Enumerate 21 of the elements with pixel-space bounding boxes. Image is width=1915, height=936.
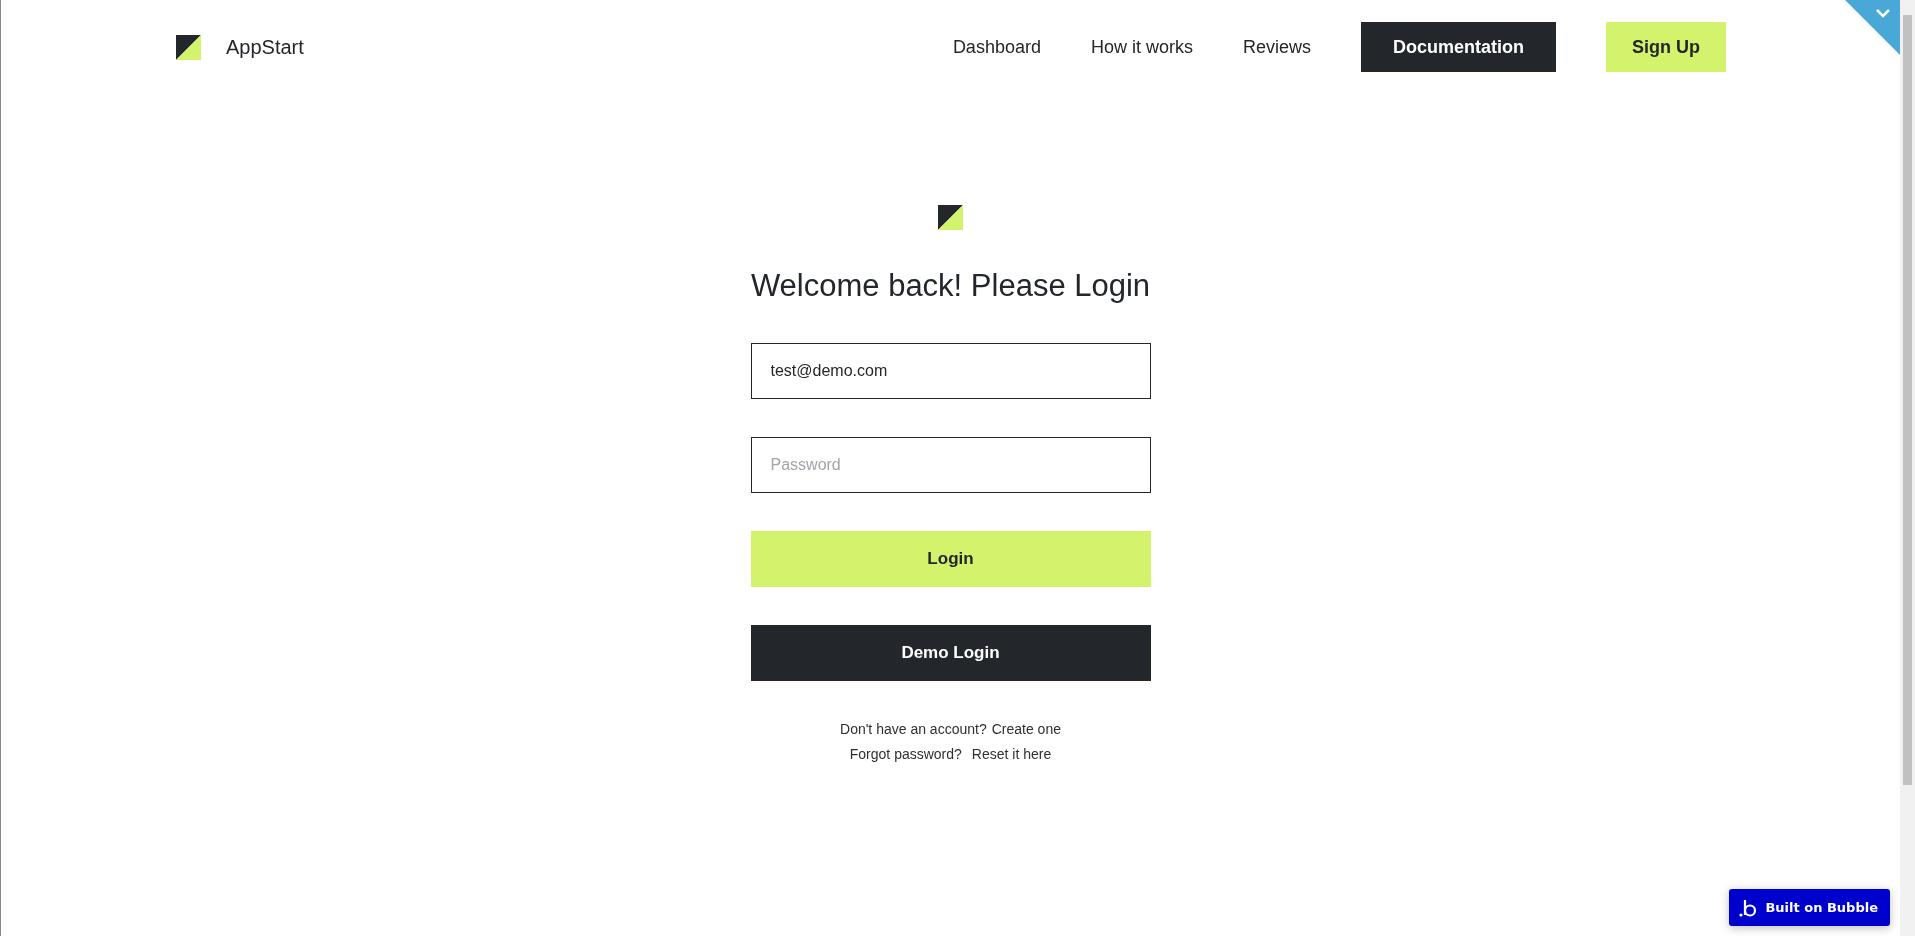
demo-login-button[interactable]: Demo Login xyxy=(750,625,1151,681)
nav-button[interactable]: Documentation xyxy=(1361,22,1556,72)
scrollbar[interactable] xyxy=(1900,0,1915,936)
forgot-password-text: Forgot password? xyxy=(849,745,962,764)
signup-prompt: Don't have an account? xyxy=(840,720,987,739)
reset-password-link[interactable]: Reset it here xyxy=(971,742,1052,767)
corner-chevron-icon[interactable] xyxy=(1845,0,1900,55)
nav-button[interactable]: Sign Up xyxy=(1606,22,1726,72)
bubble-logo-icon xyxy=(1739,897,1758,918)
login-button[interactable]: Login xyxy=(750,531,1151,587)
logo-icon xyxy=(176,34,201,60)
login-title: Welcome back! Please Login xyxy=(750,268,1151,304)
password-field[interactable]: Password xyxy=(750,437,1151,493)
brand-name: AppStart xyxy=(226,35,304,59)
create-account-link[interactable]: Create one xyxy=(991,717,1061,742)
logo-icon xyxy=(938,205,963,230)
nav-link[interactable]: Dashboard xyxy=(952,22,1041,72)
nav-link[interactable]: Reviews xyxy=(1242,22,1311,72)
nav-link[interactable]: How it works xyxy=(1090,22,1193,72)
email-field[interactable]: test@demo.com xyxy=(750,343,1151,399)
built-on-bubble-badge[interactable]: Built on Bubble xyxy=(1729,889,1890,926)
